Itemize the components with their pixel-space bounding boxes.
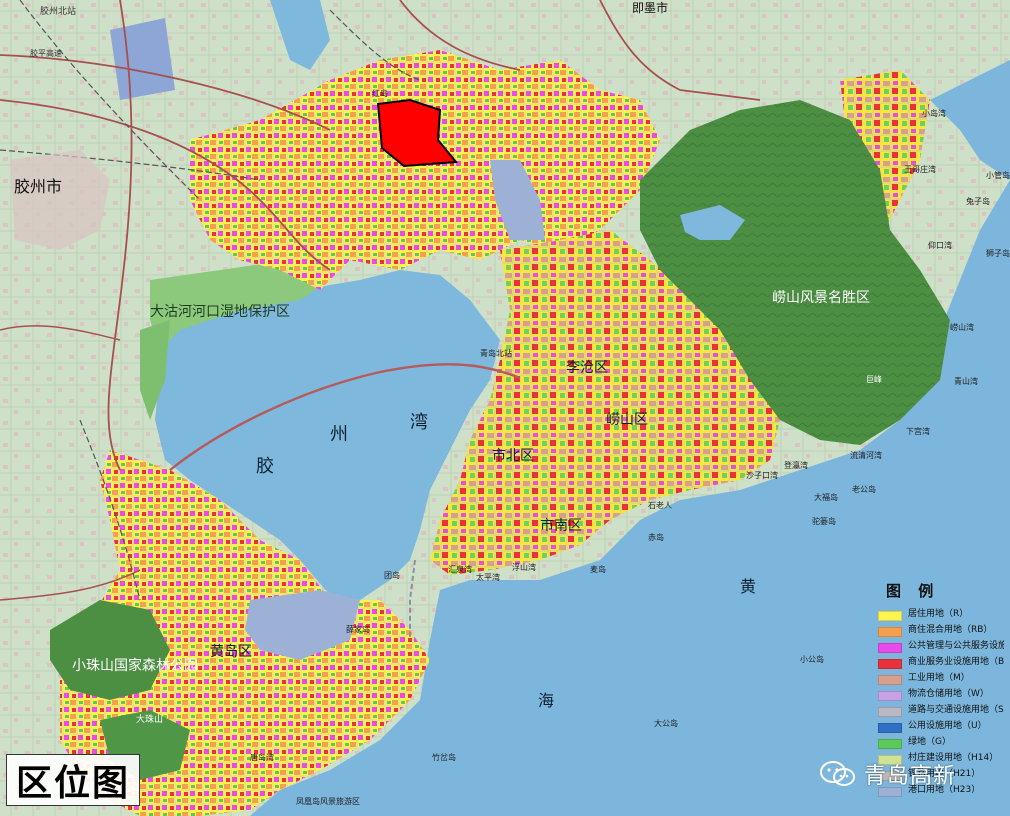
label-liuqing: 流清河湾 [850,450,882,460]
label-tuomiao: 驼篓岛 [812,516,836,526]
label-yangkou: 仰口湾 [928,240,952,250]
legend-row: 道路与交通设施用地（S） [878,703,1006,719]
legend-swatch [878,739,902,749]
wechat-icon [820,761,855,786]
label-chidao: 赤岛 [648,532,664,542]
legend-label: 公用设施用地（U） [908,721,987,731]
label-hongdao: 红岛 [372,88,388,98]
watermark: 青岛高新 [818,758,956,790]
watermark-text: 青岛高新 [864,764,957,789]
label-dafu: 大福岛 [814,492,838,502]
map-canvas[interactable]: 胶州市 即墨市 胶州北站 胶平高速 大沽河河口湿地保护区 崂山风景名胜区 胶 州… [0,0,1010,816]
label-jiaozhou-city: 胶州市 [14,177,62,196]
label-hai: 海 [538,691,554,710]
label-wan: 湾 [410,412,428,433]
map-svg: 胶州市 即墨市 胶州北站 胶平高速 大沽河河口湿地保护区 崂山风景名胜区 胶 州… [0,0,1010,816]
legend-label: 公共管理与公共服务设施用地（A） [908,641,1004,651]
legend-row: 工业用地（M） [878,671,1006,687]
legend-label: 商业服务业设施用地（B） [908,657,1004,667]
label-xiaodaowan: 小岛湾 [922,108,946,118]
label-dengying: 登瀛湾 [784,460,808,470]
legend-row: 商住混合用地（RB） [878,623,1006,639]
label-huiquan: 汇泉湾 [448,564,472,574]
jiaozhou-airport [110,18,175,100]
label-shilaoren: 石老人 [648,500,672,510]
legend-swatch [878,643,902,653]
legend-row: 物流仓储用地（W） [878,687,1006,703]
label-wetland: 大沽河河口湿地保护区 [150,304,290,320]
label-tuandao: 团岛 [384,570,400,580]
legend-row: 公用设施用地（U） [878,719,1006,735]
label-laoshan-district: 崂山区 [606,412,648,428]
label-shinan: 市南区 [540,517,582,534]
legend-row: 公共管理与公共服务设施用地（A） [878,639,1006,655]
label-huang: 黄 [740,577,756,596]
label-laogong: 老公岛 [852,484,876,494]
label-laoshan-bay: 崂山湾 [950,322,974,332]
label-wanggezhuang: 王哥庄湾 [904,164,936,174]
label-zhudao: 竹岔岛 [432,752,456,762]
label-xuejia: 薛家岛 [346,624,370,634]
legend-swatch [878,707,902,717]
legend-swatch [878,659,902,669]
label-jufeng: 巨峰 [866,374,882,384]
legend-label: 商住混合用地（RB） [908,625,993,635]
legend-swatch [878,723,902,733]
label-shizi: 狮子岛 [986,248,1010,258]
legend-row: 居住用地（R） [878,607,1006,623]
label-jimo-city: 即墨市 [632,0,668,15]
legend-swatch [878,627,902,637]
label-xiaoguan: 小管岛 [986,170,1010,180]
legend-label: 道路与交通设施用地（S） [908,705,1004,715]
label-dagong: 大公岛 [654,718,678,728]
map-title: 区位图 [6,754,140,806]
label-shazi: 沙子口湾 [746,470,778,480]
label-xiaogong: 小公岛 [800,654,824,664]
legend-swatch [878,611,902,621]
label-zhou: 州 [330,424,348,445]
label-dazhushan: 大珠山 [136,713,163,725]
label-qingshan: 青山湾 [954,376,978,386]
legend-swatch [878,691,902,701]
label-shibei: 市北区 [492,447,534,464]
label-laoshan-scenic: 崂山风景名胜区 [772,290,870,306]
label-tangdao: 唐岛湾 [250,752,274,762]
label-qingdao-north: 青岛北站 [480,348,512,358]
label-taiping: 太平湾 [476,572,500,582]
legend-label: 工业用地（M） [908,673,970,683]
legend-label: 绿地（G） [908,737,951,747]
label-tuzi: 兔子岛 [966,196,990,206]
label-jiaozhou-north: 胶州北站 [40,5,76,17]
legend-label: 居住用地（R） [908,609,969,619]
label-fushan: 浮山湾 [512,562,536,572]
label-expressway: 胶平高速 [30,48,62,58]
legend-swatch [878,675,902,685]
label-huangdao: 黄岛区 [210,643,252,660]
legend-label: 物流仓储用地（W） [908,689,989,699]
legend-row: 商业服务业设施用地（B） [878,655,1006,671]
label-jiao: 胶 [256,456,274,477]
legend-row: 绿地（G） [878,735,1006,751]
legend-title: 图 例 [886,582,940,600]
label-fenghuang: 凤凰岛风景旅游区 [296,796,360,806]
label-licang: 李沧区 [566,359,608,376]
label-xiaozhushan: 小珠山国家森林公园 [72,657,198,674]
label-maidao: 麦岛 [590,564,606,574]
label-xiaqing: 下宫湾 [906,426,930,436]
